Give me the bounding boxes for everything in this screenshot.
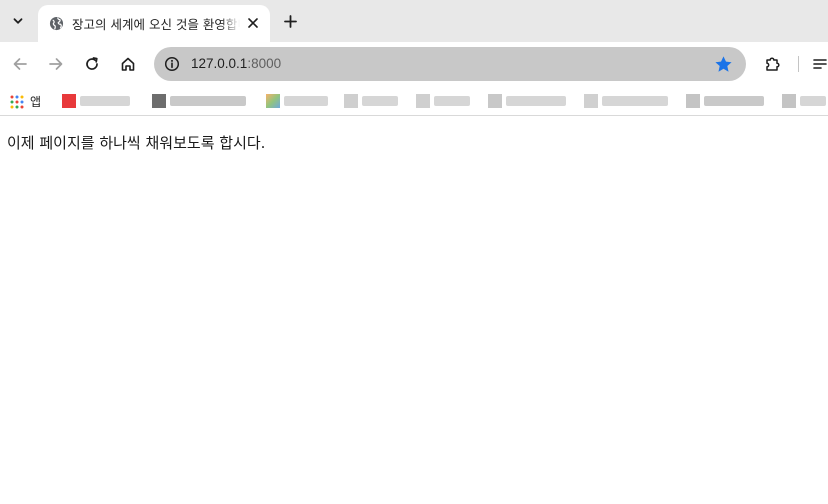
bookmark-item[interactable] <box>266 94 328 108</box>
toolbar-divider <box>798 56 799 72</box>
reload-icon <box>86 57 98 70</box>
bookmark-favicon <box>584 94 598 108</box>
arrow-right-icon <box>49 58 63 70</box>
tab-search-button[interactable] <box>6 9 30 33</box>
back-button[interactable] <box>6 50 34 78</box>
bookmark-star-button[interactable] <box>712 53 734 75</box>
apps-label: 앱 <box>30 95 42 109</box>
bookmark-item[interactable] <box>152 94 246 108</box>
bookmarks-bar: 앱 <box>0 86 828 116</box>
bookmark-favicon <box>344 94 358 108</box>
toolbar: 127.0.0.1:8000 <box>0 42 828 86</box>
tab-close-button[interactable] <box>244 14 262 32</box>
tab-strip: 장고의 세계에 오신 것을 환영합니다 <box>0 0 828 42</box>
bookmark-favicon <box>488 94 502 108</box>
bookmark-item[interactable] <box>62 94 130 108</box>
address-bar[interactable]: 127.0.0.1:8000 <box>154 47 746 81</box>
close-icon <box>248 18 258 28</box>
bookmark-favicon <box>782 94 796 108</box>
apps-grid-icon <box>10 95 24 108</box>
bookmark-label-redacted <box>800 96 826 106</box>
home-icon <box>121 57 135 71</box>
apps-shortcut[interactable]: 앱 <box>10 93 41 110</box>
list-icon <box>813 59 827 69</box>
tab-active[interactable]: 장고의 세계에 오신 것을 환영합니다 <box>38 5 270 42</box>
extensions-button[interactable] <box>760 50 786 78</box>
bookmark-item[interactable] <box>488 94 566 108</box>
bookmark-label-redacted <box>704 96 764 106</box>
puzzle-icon <box>766 57 780 71</box>
bookmark-item[interactable] <box>344 94 398 108</box>
bookmark-label-redacted <box>170 96 246 106</box>
page-body-text: 이제 페이지를 하나씩 채워보도록 합시다. <box>7 134 266 152</box>
forward-button[interactable] <box>42 50 70 78</box>
bookmark-favicon <box>686 94 700 108</box>
bookmark-label-redacted <box>362 96 398 106</box>
plus-icon <box>283 14 297 28</box>
bookmark-favicon <box>416 94 430 108</box>
bookmark-label-redacted <box>434 96 470 106</box>
bookmark-item[interactable] <box>416 94 470 108</box>
home-button[interactable] <box>114 50 142 78</box>
arrow-left-icon <box>13 58 27 70</box>
bookmark-label-redacted <box>80 96 130 106</box>
bookmark-item[interactable] <box>686 94 764 108</box>
globe-icon <box>48 16 64 32</box>
new-tab-button[interactable] <box>278 9 302 33</box>
star-icon <box>714 55 732 72</box>
url-port: :8000 <box>247 56 282 71</box>
bookmark-label-redacted <box>506 96 566 106</box>
url-host: 127.0.0.1 <box>191 56 248 71</box>
info-icon <box>164 56 180 72</box>
reading-list-button[interactable] <box>812 50 828 78</box>
bookmark-favicon <box>266 94 280 108</box>
bookmark-item[interactable] <box>782 94 826 108</box>
site-info-button[interactable] <box>160 52 184 76</box>
chevron-down-icon <box>13 18 23 24</box>
url-text[interactable]: 127.0.0.1:8000 <box>191 56 281 71</box>
bookmark-favicon <box>62 94 76 108</box>
bookmark-item[interactable] <box>584 94 668 108</box>
bookmark-favicon <box>152 94 166 108</box>
tab-title: 장고의 세계에 오신 것을 환영합니다 <box>72 17 240 32</box>
bookmark-label-redacted <box>602 96 668 106</box>
reload-button[interactable] <box>78 50 106 78</box>
bookmark-label-redacted <box>284 96 328 106</box>
